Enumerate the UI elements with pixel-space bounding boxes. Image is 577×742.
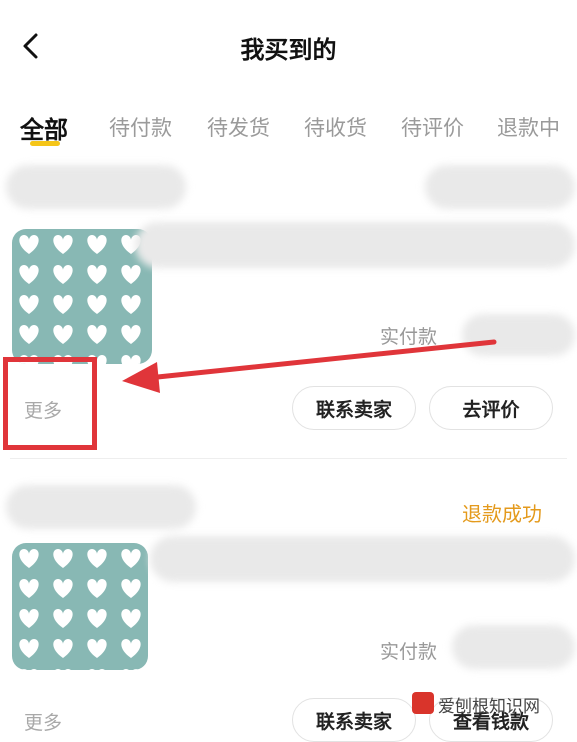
watermark-text: 爱刨根知识网	[438, 697, 540, 717]
watermark-logo	[412, 692, 434, 714]
annotation-arrow	[122, 339, 497, 393]
